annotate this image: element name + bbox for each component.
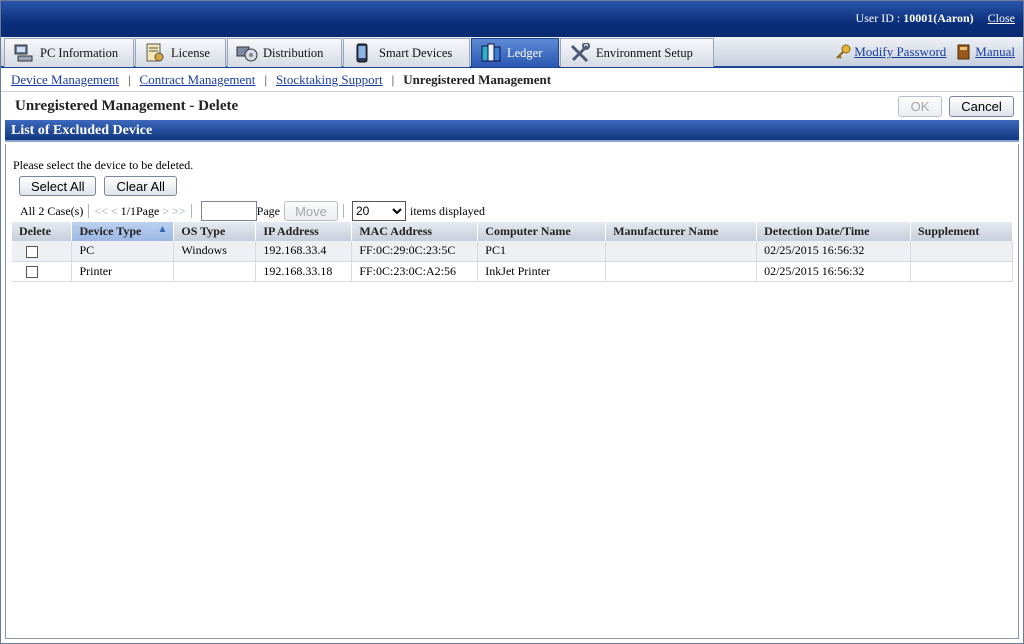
- delete-checkbox[interactable]: [26, 245, 38, 258]
- top-right-links: Modify Password Manual: [835, 44, 1015, 60]
- col-header-ip-address[interactable]: IP Address: [255, 222, 353, 241]
- os-type-cell: Windows: [173, 241, 257, 262]
- excluded-device-table: Delete Device Type ▲ OS Type IP Address M…: [12, 222, 1014, 282]
- col-header-mac-address[interactable]: MAC Address: [351, 222, 479, 241]
- prev-page-link[interactable]: <: [111, 204, 118, 219]
- tools-icon: [569, 42, 591, 63]
- close-link[interactable]: Close: [988, 11, 1015, 25]
- os-type-cell: [173, 261, 257, 282]
- next-page-link[interactable]: >: [162, 204, 169, 219]
- total-count: All 2 Case(s): [20, 203, 84, 218]
- manufacturer-cell: [605, 241, 758, 262]
- items-displayed-label: items displayed: [409, 203, 485, 218]
- page-number-input[interactable]: [200, 201, 257, 221]
- device-list-panel: Please select the device to be deleted. …: [5, 144, 1019, 639]
- move-button[interactable]: Move: [283, 201, 338, 221]
- delete-checkbox[interactable]: [26, 265, 38, 278]
- col-header-device-type[interactable]: Device Type ▲: [71, 222, 175, 241]
- detection-date-cell: 02/25/2015 16:56:32: [756, 241, 911, 262]
- col-header-delete[interactable]: Delete: [12, 222, 73, 241]
- col-header-computer-name[interactable]: Computer Name: [477, 222, 607, 241]
- user-info: User ID : 10001(Aaron) Close: [856, 11, 1015, 26]
- subnav-contract-management[interactable]: Contract Management: [140, 72, 256, 88]
- table-header-row: Delete Device Type ▲ OS Type IP Address M…: [12, 222, 1014, 241]
- top-bar: User ID : 10001(Aaron) Close: [1, 1, 1023, 37]
- device-type-cell: PC: [71, 241, 175, 262]
- first-page-link[interactable]: <<: [94, 204, 108, 219]
- computer-name-cell: PC1: [477, 241, 607, 262]
- select-all-button[interactable]: Select All: [19, 176, 97, 196]
- instruction-text: Please select the device to be deleted.: [13, 158, 194, 172]
- tab-smart-devices[interactable]: Smart Devices: [343, 38, 470, 67]
- tab-pc-information[interactable]: PC Information: [4, 38, 134, 67]
- col-header-detection-date[interactable]: Detection Date/Time: [756, 222, 911, 241]
- tab-label: Distribution: [263, 45, 324, 60]
- subnav-device-management[interactable]: Device Management: [11, 72, 119, 88]
- subnav-stocktaking-support[interactable]: Stocktaking Support: [276, 72, 383, 88]
- phone-icon: [352, 43, 374, 63]
- pager: All 2 Case(s) << < 1/1Page > >> Page Mov…: [20, 200, 485, 222]
- cancel-button[interactable]: Cancel: [949, 96, 1014, 117]
- sort-ascending-icon: ▲: [157, 224, 168, 235]
- tab-ledger[interactable]: Ledger: [471, 38, 559, 67]
- tab-label: Ledger: [507, 45, 543, 60]
- col-header-manufacturer-name[interactable]: Manufacturer Name: [605, 222, 758, 241]
- manual-book-icon: [956, 44, 972, 60]
- user-id-label: User ID :: [855, 11, 904, 25]
- breadcrumb-subnav: Device Management | Contract Management …: [1, 68, 1023, 92]
- col-header-os-type[interactable]: OS Type: [173, 222, 257, 241]
- section-header: List of Excluded Device: [5, 120, 1019, 142]
- device-type-cell: Printer: [71, 261, 175, 282]
- tab-label: License: [171, 45, 210, 60]
- selection-buttons: Select All Clear All: [19, 176, 177, 196]
- ip-address-cell: 192.168.33.4: [255, 241, 353, 262]
- items-per-page-select[interactable]: 20: [351, 201, 406, 221]
- delete-cell: [12, 241, 73, 262]
- ip-address-cell: 192.168.33.18: [255, 261, 353, 282]
- manufacturer-cell: [605, 261, 758, 282]
- user-id-value: 10001(Aaron): [903, 11, 974, 25]
- ledger-icon: [480, 43, 502, 63]
- tab-label: Environment Setup: [596, 45, 693, 60]
- tab-distribution[interactable]: Distribution: [227, 38, 342, 67]
- pc-icon: [13, 43, 35, 63]
- mac-address-cell: FF:0C:23:0C:A2:56: [351, 261, 479, 282]
- subnav-current: Unregistered Management: [403, 71, 552, 87]
- license-icon: [144, 43, 166, 63]
- computer-name-cell: InkJet Printer: [477, 261, 607, 282]
- main-tab-bar: PC Information License Distribution Smar…: [1, 37, 1023, 68]
- manual-link[interactable]: Manual: [975, 44, 1015, 60]
- tab-label: PC Information: [40, 45, 119, 60]
- tab-label: Smart Devices: [379, 45, 453, 60]
- tab-license[interactable]: License: [135, 38, 226, 67]
- page-label: Page: [256, 203, 280, 218]
- page-title: Unregistered Management - Delete: [15, 98, 239, 114]
- distribution-icon: [236, 43, 258, 63]
- ok-button[interactable]: OK: [898, 96, 942, 117]
- mac-address-cell: FF:0C:29:0C:23:5C: [351, 241, 479, 262]
- title-row: Unregistered Management - Delete OK Canc…: [1, 92, 1023, 120]
- key-icon: [835, 44, 851, 60]
- items-per-page-value: 20: [355, 204, 370, 218]
- table-row: PC Windows 192.168.33.4 FF:0C:29:0C:23:5…: [12, 241, 1014, 262]
- chevron-down-icon: [392, 204, 402, 218]
- detection-date-cell: 02/25/2015 16:56:32: [756, 261, 911, 282]
- last-page-link[interactable]: >>: [172, 204, 186, 219]
- supplement-cell: [910, 241, 1014, 262]
- clear-all-button[interactable]: Clear All: [104, 176, 177, 196]
- col-header-supplement[interactable]: Supplement: [910, 222, 1014, 241]
- supplement-cell: [910, 261, 1014, 282]
- delete-cell: [12, 261, 73, 282]
- tab-environment-setup[interactable]: Environment Setup: [560, 38, 714, 67]
- table-row: Printer 192.168.33.18 FF:0C:23:0C:A2:56 …: [12, 261, 1014, 282]
- page-info: 1/1Page: [120, 203, 160, 218]
- modify-password-link[interactable]: Modify Password: [854, 44, 946, 60]
